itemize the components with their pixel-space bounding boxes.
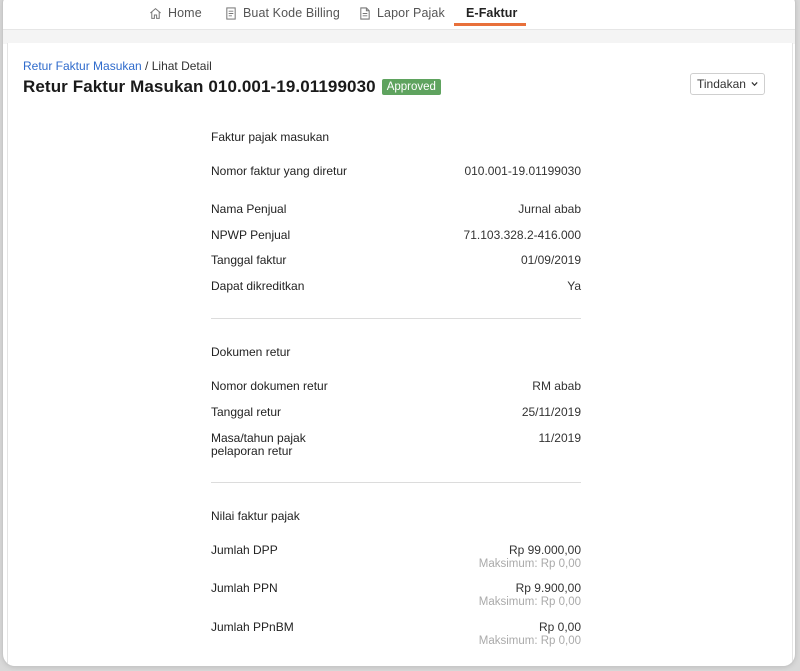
row-label: Nama Penjual [211, 202, 287, 216]
nav-item-label: Buat Kode Billing [243, 6, 340, 20]
nav-item-home[interactable]: Home [149, 0, 202, 26]
section-divider [211, 482, 581, 483]
row-value: RM abab [532, 379, 581, 393]
row-value: Rp 99.000,00 [508, 543, 581, 557]
row-label: Masa/tahun pajak pelaporan retur [211, 431, 306, 458]
nav-item-billing[interactable]: Buat Kode Billing [225, 0, 340, 26]
row-value: Ya [567, 279, 581, 293]
section-title-nilai: Nilai faktur pajak [211, 509, 300, 523]
status-badge: Approved [381, 79, 441, 95]
row-value: 01/09/2019 [520, 253, 581, 267]
file-icon [360, 6, 370, 20]
breadcrumb-link[interactable]: Retur Faktur Masukan [23, 59, 142, 73]
nav-item-label: Home [168, 6, 202, 20]
row-max-hint: Maksimum: Rp 0,00 [478, 558, 581, 570]
top-navigation: Home Buat Kode Billing Lapor Pajak E-Fak… [3, 0, 795, 29]
row-value: 71.103.328.2-416.000 [463, 228, 581, 242]
page-title: Retur Faktur Masukan 010.001-19.01199030 [23, 77, 376, 96]
section-title-faktur: Faktur pajak masukan [211, 130, 330, 144]
row-value: Jurnal abab [518, 202, 581, 216]
row-label: Jumlah DPP [211, 543, 278, 557]
row-value: 010.001-19.01199030 [464, 164, 581, 178]
document-icon [226, 6, 236, 20]
row-value: Rp 9.900,00 [515, 581, 581, 595]
app-window: Home Buat Kode Billing Lapor Pajak E-Fak… [3, 0, 795, 666]
section-divider [211, 318, 581, 319]
row-label: Tanggal retur [211, 405, 282, 419]
nav-item-label: E-Faktur [466, 6, 518, 20]
row-value: 25/11/2019 [521, 405, 581, 419]
row-label: Tanggal faktur [211, 253, 287, 267]
section-title-dokumen: Dokumen retur [211, 345, 291, 359]
row-label: Nomor faktur yang diretur [211, 164, 348, 178]
main-content: Retur Faktur Masukan / Lihat Detail Retu… [7, 43, 793, 666]
header-band [3, 29, 795, 44]
row-label: Dapat dikreditkan [211, 279, 305, 293]
tindakan-dropdown-button[interactable]: Tindakan [690, 73, 765, 95]
row-label: NPWP Penjual [211, 228, 291, 242]
breadcrumb: Retur Faktur Masukan / Lihat Detail [23, 59, 212, 73]
nav-item-lapor-pajak[interactable]: Lapor Pajak [359, 0, 445, 26]
row-label: Jumlah PPN [211, 581, 278, 595]
chevron-down-icon [751, 81, 758, 87]
home-icon [150, 7, 161, 19]
breadcrumb-separator: / [141, 59, 152, 73]
active-tab-indicator [454, 23, 526, 26]
row-value: Rp 0,00 [538, 620, 581, 634]
breadcrumb-current: Lihat Detail [151, 59, 212, 73]
row-label: Nomor dokumen retur [211, 379, 328, 393]
row-label: Jumlah PPnBM [211, 620, 294, 634]
row-max-hint: Maksimum: Rp 0,00 [478, 596, 581, 608]
nav-item-label: Lapor Pajak [377, 6, 445, 20]
tindakan-label: Tindakan [697, 77, 746, 91]
row-max-hint: Maksimum: Rp 0,00 [478, 635, 581, 647]
title-row: Retur Faktur Masukan 010.001-19.01199030… [23, 77, 441, 97]
row-value: 11/2019 [538, 431, 582, 445]
